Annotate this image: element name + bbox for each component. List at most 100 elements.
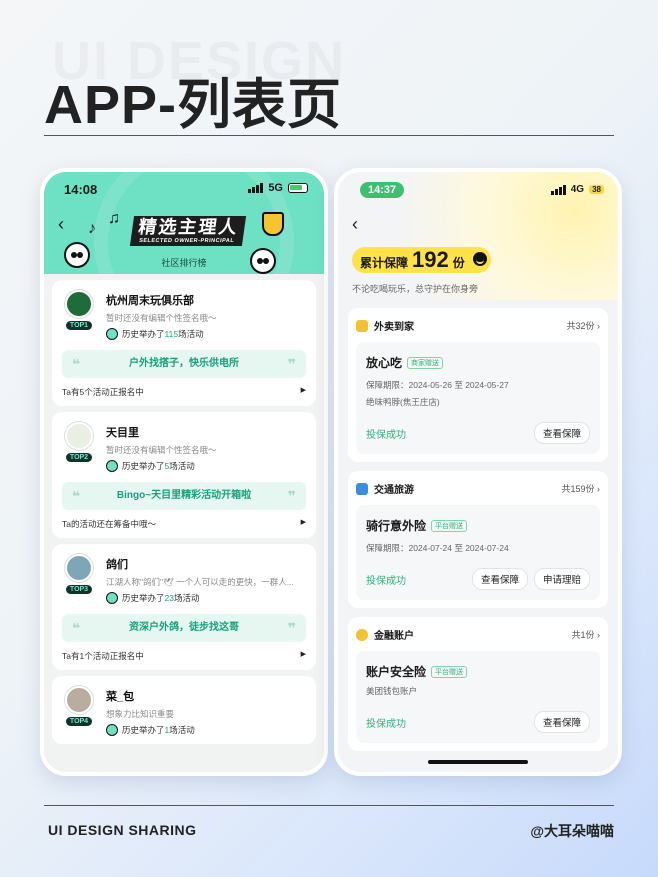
policy-merchant: 绝味鸭脖(焦王庄店): [366, 397, 440, 407]
club-signature: 江湖人称"鸽们"🕊 一个人可以走的更快，一群人...: [106, 577, 294, 587]
category-list: 外卖到家 共32份 › 放心吃 商家赠送 保障期限：2024-05-26 至 20…: [338, 300, 618, 768]
policy-name: 放心吃: [366, 356, 403, 370]
history-prefix: 历史举办了: [122, 593, 165, 603]
category-count-link[interactable]: 共1份 ›: [571, 628, 600, 641]
status-right: 5G: [248, 182, 308, 194]
food-delivery-icon: [356, 319, 368, 332]
back-arrow-icon[interactable]: ‹: [58, 214, 64, 235]
category-title: 金融账户: [374, 631, 414, 642]
triangle-right-icon[interactable]: ▶: [301, 650, 306, 662]
club-activity-status: Ta的活动还在筹备中哦～: [62, 519, 156, 529]
club-avatar: [65, 290, 93, 318]
category-count: 共1份: [571, 630, 595, 640]
club-name: 菜_包: [106, 691, 135, 703]
view-coverage-button[interactable]: 查看保障: [533, 422, 590, 444]
history-count: 23: [164, 593, 174, 603]
ranking-header: 14:08 5G ‹ ♪ ♫ 精选主理人 SELECTED OWNER-PRIN…: [44, 172, 324, 274]
total-count: 192: [412, 247, 449, 272]
smile-icon: [472, 252, 487, 266]
back-arrow-icon[interactable]: ‹: [352, 214, 358, 235]
signal-icon: [248, 183, 264, 193]
club-name: 天目里: [106, 427, 139, 439]
history-suffix: 场活动: [169, 461, 195, 471]
club-avatar: [65, 422, 93, 450]
battery-icon: [288, 183, 308, 193]
quote-close-icon: ❞: [287, 620, 296, 636]
club-card[interactable]: TOP4 菜_包 想象力比知识重要 历史举办了1场活动: [52, 676, 316, 744]
phone-left-club-ranking: 14:08 5G ‹ ♪ ♫ 精选主理人 SELECTED OWNER-PRIN…: [40, 168, 328, 776]
club-activity-status: Ta有5个活动正报名中: [62, 387, 144, 397]
category-card: 外卖到家 共32份 › 放心吃 商家赠送 保障期限：2024-05-26 至 20…: [348, 308, 608, 462]
view-coverage-button[interactable]: 查看保障: [471, 568, 528, 590]
club-history: 历史举办了1场活动: [106, 724, 306, 736]
triangle-right-icon[interactable]: ▶: [301, 518, 306, 530]
policy-name: 账户安全险: [366, 665, 427, 679]
category-count-link[interactable]: 共159份 ›: [561, 482, 600, 495]
status-time: 14:08: [64, 182, 98, 197]
signal-icon: [550, 184, 566, 195]
triangle-right-icon[interactable]: ▶: [301, 386, 306, 398]
network-label: 5G: [268, 182, 283, 194]
policy-name: 骑行意外险: [366, 519, 427, 533]
club-card[interactable]: TOP1 杭州周末玩俱乐部 暂时还没有编辑个性签名哦～ 历史举办了115场活动 …: [52, 280, 316, 406]
policy-status: 投保成功: [366, 429, 406, 441]
category-title: 交通旅游: [374, 485, 414, 496]
category-card: 交通旅游 共159份 › 骑行意外险 平台赠送 保障期限：2024-07-24 至…: [348, 471, 608, 608]
club-banner[interactable]: ❝ Bingo~天目里精彩活动开箱啦 ❞: [62, 482, 306, 510]
club-banner[interactable]: ❝ 资深户外鸽，徒步找这哥 ❞: [62, 614, 306, 642]
mascot-icon: [106, 328, 118, 340]
history-prefix: 历史举办了: [122, 725, 165, 735]
club-card[interactable]: TOP3 鸽们 江湖人称"鸽们"🕊 一个人可以走的更快，一群人... 历史举办了…: [52, 544, 316, 670]
club-name: 鸽们: [106, 559, 128, 571]
ranking-logo: 精选主理人 SELECTED OWNER-PRINCIPAL: [129, 216, 247, 246]
policy-card[interactable]: 骑行意外险 平台赠送 保障期限：2024-07-24 至 2024-07-24 投…: [356, 505, 600, 600]
status-time: 14:37: [360, 182, 405, 198]
history-suffix: 场活动: [169, 725, 195, 735]
trophy-icon: [262, 212, 284, 236]
category-count: 共159份: [561, 484, 595, 494]
divider-top: [44, 135, 614, 136]
policy-tag: 平台赠送: [431, 665, 468, 678]
club-name: 杭州周末玩俱乐部: [106, 295, 194, 307]
footer-caption: UI DESIGN SHARING: [48, 822, 197, 838]
slogan: 不论吃喝玩乐，总守护在你身旁: [352, 284, 479, 294]
history-suffix: 场活动: [178, 329, 204, 339]
header-subtitle: 社区排行榜: [161, 258, 207, 268]
policy-tag: 商家赠送: [407, 356, 444, 369]
policy-period: 保障期限：2024-07-24 至 2024-07-24: [366, 543, 509, 553]
category-card: 金融账户 共1份 › 账户安全险 平台赠送 美团钱包账户 投保成功 查看保障: [348, 617, 608, 751]
club-history: 历史举办了5场活动: [106, 460, 306, 472]
rank-badge: TOP4: [65, 717, 93, 726]
quote-close-icon: ❞: [287, 488, 296, 504]
club-banner[interactable]: ❝ 户外找搭子，快乐供电所 ❞: [62, 350, 306, 378]
logo-subtext: SELECTED OWNER-PRINCIPAL: [138, 238, 235, 244]
rank-badge: TOP2: [65, 453, 93, 462]
home-indicator[interactable]: [428, 760, 528, 764]
category-count-link[interactable]: 共32份 ›: [566, 319, 600, 332]
view-coverage-button[interactable]: 查看保障: [533, 711, 590, 733]
banner-text: 资深户外鸽，徒步找这哥: [129, 622, 239, 633]
author-handle: @大耳朵喵喵: [530, 823, 614, 839]
divider-bottom: [44, 805, 614, 806]
insurance-header: 14:37 4G 38 ‹ 累计保障 192 份 不论吃喝玩乐，总守护在你身旁: [338, 172, 618, 300]
club-card[interactable]: TOP2 天目里 暂时还没有编辑个性签名哦～ 历史举办了5场活动 ❝ Bingo…: [52, 412, 316, 538]
total-coverage-badge: 累计保障 192 份: [352, 247, 491, 273]
quote-close-icon: ❞: [287, 356, 296, 372]
status-bar: 14:08 5G: [44, 180, 324, 200]
club-avatar: [65, 686, 93, 714]
club-signature: 暂时还没有编辑个性签名哦～: [106, 445, 217, 455]
rank-badge: TOP3: [65, 585, 93, 594]
policy-card[interactable]: 放心吃 商家赠送 保障期限：2024-05-26 至 2024-05-27 绝味鸭…: [356, 342, 600, 454]
file-claim-button[interactable]: 申请理赔: [533, 568, 590, 590]
mascot-icon: [106, 724, 118, 736]
quote-open-icon: ❝: [72, 620, 81, 636]
logo-text: 精选主理人: [137, 217, 240, 237]
club-list: TOP1 杭州周末玩俱乐部 暂时还没有编辑个性签名哦～ 历史举办了115场活动 …: [44, 274, 324, 756]
network-label: 4G: [570, 184, 585, 195]
policy-period: 保障期限：2024-05-26 至 2024-05-27: [366, 380, 509, 390]
policy-card[interactable]: 账户安全险 平台赠送 美团钱包账户 投保成功 查看保障: [356, 651, 600, 743]
phone-right-insurance-list: 14:37 4G 38 ‹ 累计保障 192 份 不论吃喝玩乐，总守护在你身旁 外卖…: [334, 168, 622, 776]
status-right: 4G 38: [550, 184, 604, 195]
banner-text: 户外找搭子，快乐供电所: [129, 358, 239, 369]
history-suffix: 场活动: [173, 593, 200, 603]
